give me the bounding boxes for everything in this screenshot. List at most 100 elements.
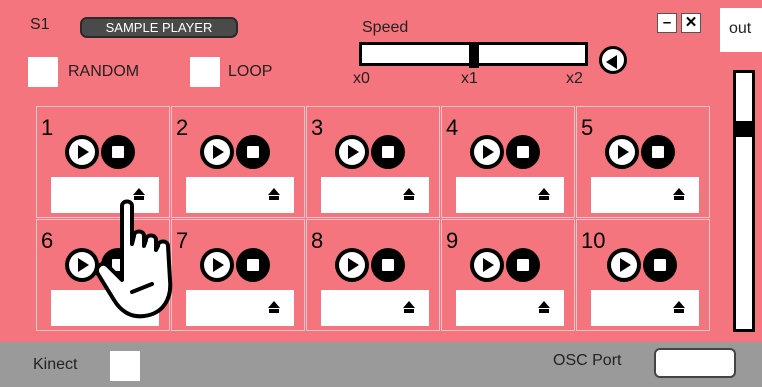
pad-number: 4 [446, 115, 459, 140]
pad-8: 8 [306, 219, 440, 331]
upload-icon[interactable] [673, 301, 685, 308]
close-button[interactable]: ✕ [681, 13, 701, 33]
kinect-checkbox[interactable] [110, 351, 140, 381]
play-icon [474, 252, 500, 278]
upload-icon-base [674, 196, 684, 200]
stop-button[interactable] [236, 135, 270, 169]
play-triangle [618, 145, 629, 159]
upload-icon[interactable] [538, 301, 550, 308]
play-icon [609, 139, 635, 165]
upload-icon[interactable] [403, 188, 415, 195]
pad-9: 9 [441, 219, 575, 331]
output-volume-handle[interactable] [736, 121, 752, 137]
upload-icon[interactable] [538, 188, 550, 195]
stop-icon [247, 259, 259, 271]
play-button[interactable] [470, 248, 504, 282]
upload-icon[interactable] [403, 301, 415, 308]
play-triangle [78, 258, 89, 272]
pad-number: 3 [311, 115, 324, 140]
play-icon [339, 252, 365, 278]
play-icon [69, 139, 95, 165]
stop-icon [517, 259, 529, 271]
sample-file-field[interactable] [456, 290, 564, 326]
pad-number: 5 [581, 115, 594, 140]
play-button[interactable] [605, 135, 639, 169]
upload-icon[interactable] [268, 301, 280, 308]
stop-icon [382, 146, 394, 158]
out-label: out [729, 20, 752, 37]
speed-tick-x1: x1 [461, 70, 478, 87]
stop-button[interactable] [236, 248, 270, 282]
loop-label: LOOP [228, 63, 273, 80]
upload-icon-base [269, 196, 279, 200]
pad-4: 4 [441, 106, 575, 218]
stop-button[interactable] [506, 135, 540, 169]
sample-file-field[interactable] [321, 177, 429, 213]
stop-button[interactable] [643, 248, 677, 282]
upload-icon-base [404, 309, 414, 313]
pad-10: 10 [576, 219, 710, 331]
stop-icon [382, 259, 394, 271]
play-button[interactable] [470, 135, 504, 169]
output-volume-slider[interactable] [733, 70, 755, 332]
stop-button[interactable] [641, 135, 675, 169]
pad-number: 8 [311, 228, 324, 253]
upload-icon-base [269, 309, 279, 313]
random-label: RANDOM [68, 63, 140, 80]
speed-tick-x2: x2 [566, 70, 583, 87]
play-button[interactable] [607, 248, 641, 282]
upload-icon-base [674, 309, 684, 313]
kinect-label: Kinect [33, 356, 78, 373]
play-button[interactable] [335, 248, 369, 282]
stop-icon [112, 146, 124, 158]
upload-icon-base [404, 196, 414, 200]
stop-icon [517, 146, 529, 158]
play-icon [204, 139, 230, 165]
osc-port-input[interactable] [654, 348, 736, 378]
play-triangle [348, 258, 359, 272]
play-triangle [483, 145, 494, 159]
stop-button[interactable] [101, 135, 135, 169]
play-icon [611, 252, 637, 278]
play-icon [474, 139, 500, 165]
upload-icon-base [539, 309, 549, 313]
random-checkbox[interactable] [28, 57, 58, 87]
upload-icon[interactable] [133, 188, 145, 195]
play-triangle [213, 145, 224, 159]
play-button[interactable] [65, 135, 99, 169]
sample-file-field[interactable] [456, 177, 564, 213]
play-triangle [348, 145, 359, 159]
speed-label: Speed [362, 19, 409, 36]
stop-icon [652, 146, 664, 158]
sample-file-field[interactable] [591, 290, 699, 326]
pad-5: 5 [576, 106, 710, 218]
stop-icon [247, 146, 259, 158]
play-icon [339, 139, 365, 165]
pad-number: 10 [581, 228, 606, 253]
pad-number: 2 [176, 115, 189, 140]
play-triangle [620, 258, 631, 272]
pad-number: 1 [41, 115, 54, 140]
sample-file-field[interactable] [591, 177, 699, 213]
stop-button[interactable] [371, 248, 405, 282]
speed-slider[interactable] [359, 42, 588, 68]
play-triangle [483, 258, 494, 272]
upload-icon[interactable] [268, 188, 280, 195]
speed-slider-handle[interactable] [469, 44, 479, 68]
stop-button[interactable] [506, 248, 540, 282]
play-button[interactable] [200, 135, 234, 169]
stop-icon [654, 259, 666, 271]
osc-port-label: OSC Port [553, 352, 622, 369]
reverse-button[interactable] [599, 46, 627, 74]
loop-checkbox[interactable] [190, 57, 220, 87]
stop-button[interactable] [371, 135, 405, 169]
upload-icon-base [539, 196, 549, 200]
minimize-button[interactable]: – [657, 13, 677, 33]
sample-file-field[interactable] [321, 290, 429, 326]
pad-3: 3 [306, 106, 440, 218]
play-button[interactable] [335, 135, 369, 169]
upload-icon[interactable] [673, 188, 685, 195]
hand-cursor-icon [95, 199, 173, 319]
play-triangle [78, 145, 89, 159]
speed-tick-x0: x0 [353, 70, 370, 87]
